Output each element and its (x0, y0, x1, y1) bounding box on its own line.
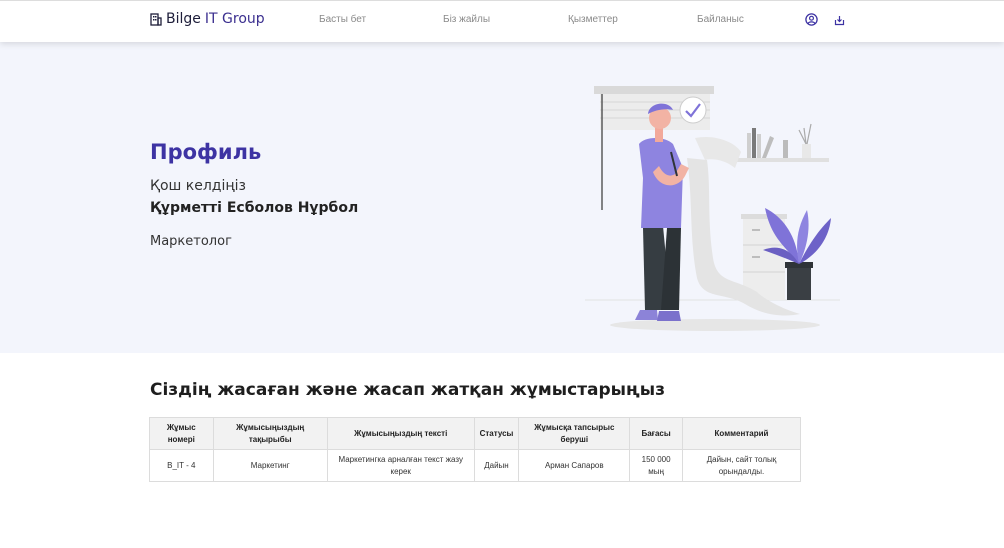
cell-price: 150 000 мың (629, 449, 683, 482)
cell-customer: Арман Сапаров (518, 449, 631, 482)
col-comment: Комментарий (681, 417, 802, 450)
table-row: B_IT - 4 Маркетинг Маркетингка арналған … (149, 449, 802, 482)
profile-illustration (585, 86, 840, 331)
cell-comment: Дайын, сайт толық орындалды. (681, 449, 802, 482)
nav-home[interactable]: Басты бет (319, 14, 366, 25)
nav-contact[interactable]: Байланыс (697, 14, 744, 25)
works-section-title: Сіздің жасаған және жасап жатқан жұмыста… (150, 380, 666, 400)
brand-name: Bilge (166, 11, 201, 27)
building-icon (150, 12, 162, 26)
cell-work-number: B_IT - 4 (149, 449, 214, 482)
nav-services[interactable]: Қызметтер (568, 14, 618, 25)
user-name: Құрметті Есболов Нұрбол (150, 200, 359, 216)
user-role: Маркетолог (150, 234, 232, 249)
cell-status: Дайын (473, 449, 520, 482)
cell-work-text: Маркетингка арналған текст жазу керек (326, 449, 475, 482)
works-table: Жұмыс номері Жұмысыңыздың тақырыбы Жұмыс… (149, 417, 802, 482)
col-customer: Жұмысқа тапсырыс беруші (518, 417, 631, 450)
page-title: Профиль (150, 140, 262, 164)
logout-icon[interactable] (834, 15, 845, 26)
cell-work-topic: Маркетинг (212, 449, 328, 482)
nav-about[interactable]: Біз жайлы (443, 14, 490, 25)
col-work-text: Жұмысыңыздың тексті (326, 417, 475, 450)
top-navbar: Bilge IT Group Басты бет Біз жайлы Қызме… (0, 0, 1004, 42)
col-price: Бағасы (629, 417, 683, 450)
brand-name-accent: IT Group (204, 11, 265, 27)
profile-hero: Профиль Қош келдіңіз Құрметті Есболов Нұ… (0, 42, 1004, 353)
welcome-text: Қош келдіңіз (150, 178, 246, 194)
col-status: Статусы (473, 417, 520, 450)
col-work-topic: Жұмысыңыздың тақырыбы (212, 417, 328, 450)
brand-logo[interactable]: Bilge IT Group (150, 11, 265, 27)
table-header-row: Жұмыс номері Жұмысыңыздың тақырыбы Жұмыс… (149, 417, 802, 450)
user-circle-icon[interactable] (805, 13, 818, 26)
col-work-number: Жұмыс номері (149, 417, 214, 450)
